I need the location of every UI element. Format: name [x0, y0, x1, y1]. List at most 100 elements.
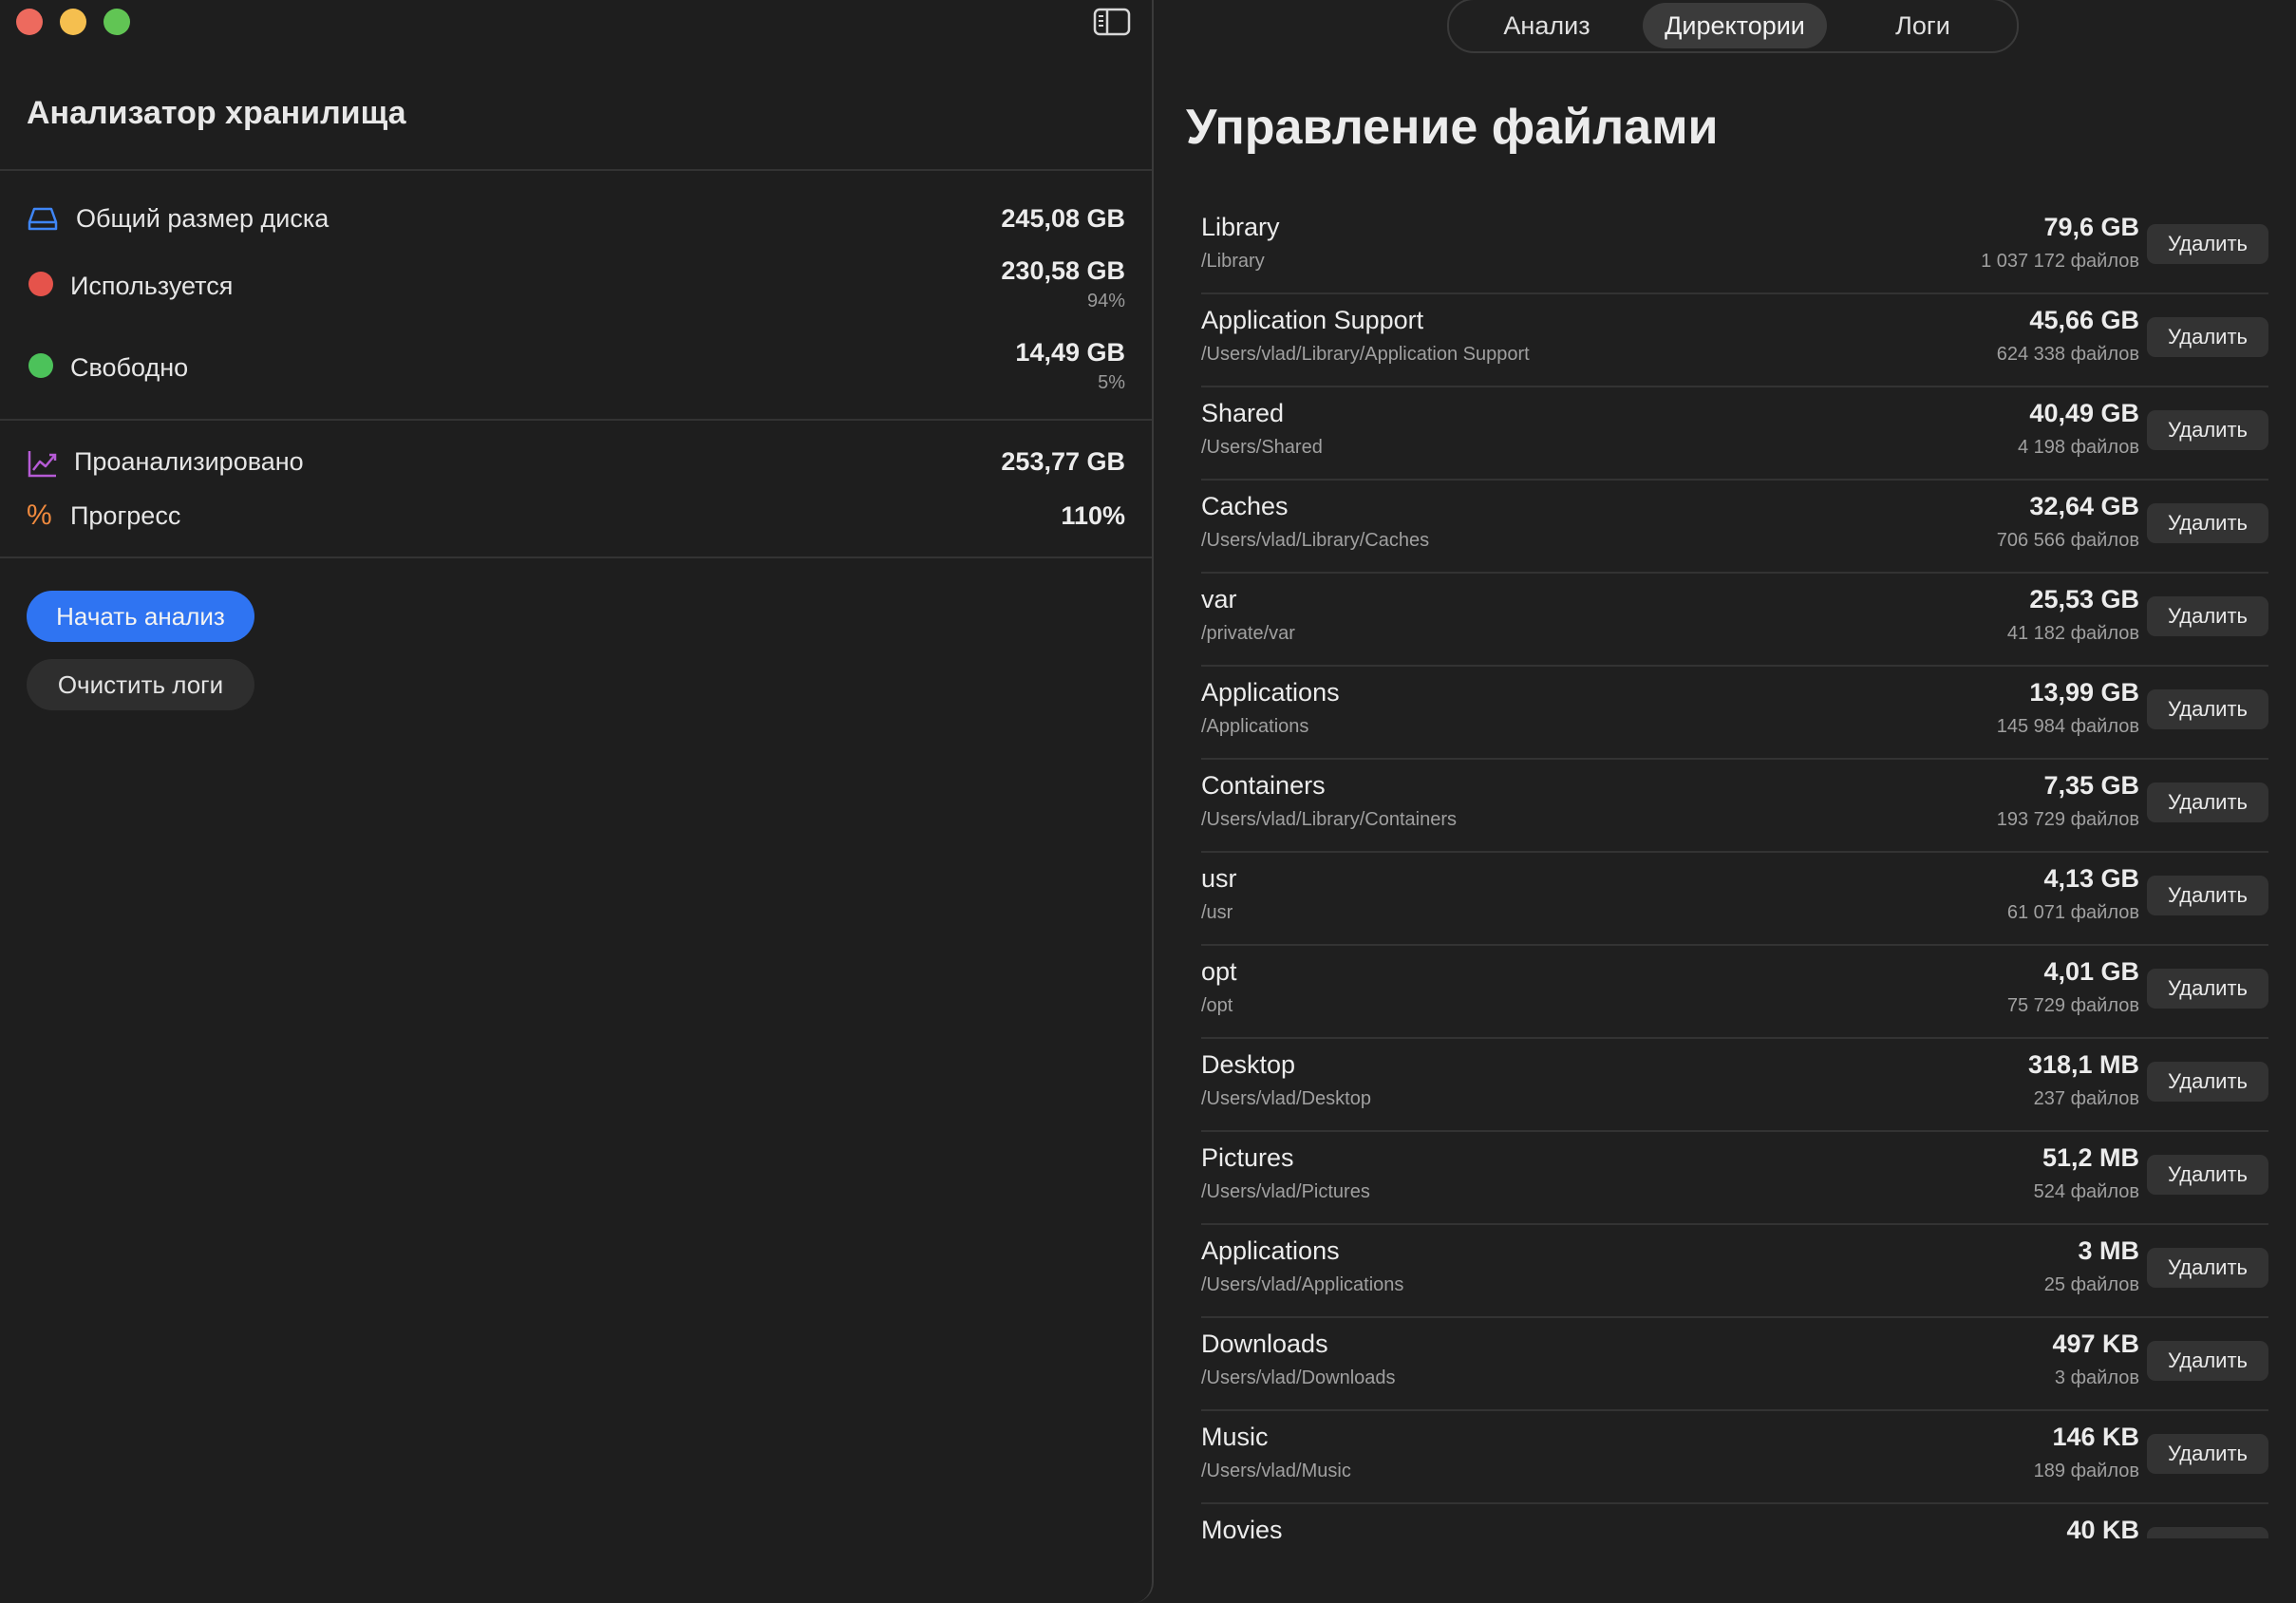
- directory-file-count: 61 071 файлов: [2006, 902, 2139, 923]
- directory-name: Application Support: [1201, 306, 1424, 334]
- directory-file-count: 524 файлов: [2033, 1181, 2139, 1202]
- directory-path: /Users/vlad/Music: [1201, 1461, 1351, 1481]
- directory-size: 4,13 GB: [2043, 864, 2139, 893]
- directory-path: /usr: [1201, 902, 1233, 923]
- directory-name: usr: [1201, 864, 1237, 893]
- directory-size: 51,2 MB: [2042, 1143, 2139, 1172]
- directory-name: var: [1201, 585, 1237, 613]
- stat-free-value: 14,49 GB: [1015, 338, 1125, 367]
- tab-logs[interactable]: Логи: [1833, 3, 2013, 48]
- directory-row[interactable]: Applications/Users/vlad/Applications 3 MB…: [1201, 1225, 2268, 1318]
- directory-path: /opt: [1201, 995, 1233, 1016]
- directory-row[interactable]: usr/usr 4,13 GB 61 071 файлов Удалить: [1201, 853, 2268, 946]
- directory-row[interactable]: Application Support/Users/vlad/Library/A…: [1201, 294, 2268, 387]
- directory-name: Applications: [1201, 1236, 1340, 1265]
- directory-size: 4,01 GB: [2043, 957, 2139, 986]
- window-controls: [16, 9, 130, 35]
- stat-progress-value: 110%: [1061, 501, 1125, 530]
- directory-row[interactable]: var/private/var 25,53 GB 41 182 файлов Удал…: [1201, 574, 2268, 667]
- directory-path: /Users/vlad/Desktop: [1201, 1088, 1371, 1109]
- directory-path: /Users/vlad/Applications: [1201, 1274, 1404, 1295]
- zoom-window-button[interactable]: [104, 9, 130, 35]
- directory-row[interactable]: opt/opt 4,01 GB 75 729 файлов Удалить: [1201, 946, 2268, 1039]
- directory-row[interactable]: Desktop/Users/vlad/Desktop 318,1 MB 237 фа…: [1201, 1039, 2268, 1132]
- directory-name: Desktop: [1201, 1050, 1296, 1079]
- directory-row[interactable]: Caches/Users/vlad/Library/Caches 32,64 GB…: [1201, 481, 2268, 574]
- tab-bar: Анализ Директории Логи: [1447, 0, 2019, 53]
- directory-row[interactable]: Music/Users/vlad/Music 146 KB 189 файлов Уд…: [1201, 1411, 2268, 1504]
- directory-path: /Users/vlad/Library/Caches: [1201, 530, 1430, 551]
- stat-disk-label: Общий размер диска: [76, 204, 329, 233]
- directory-name: Containers: [1201, 771, 1326, 800]
- directory-row[interactable]: Containers/Users/vlad/Library/Containers…: [1201, 760, 2268, 853]
- directory-file-count: 25 файлов: [2043, 1274, 2139, 1295]
- directory-size: 40 KB: [2066, 1516, 2139, 1538]
- directory-path: /Library: [1201, 251, 1265, 272]
- directory-size: 497 KB: [2052, 1330, 2139, 1358]
- close-window-button[interactable]: [16, 9, 43, 35]
- delete-button[interactable]: Удалить: [2147, 969, 2268, 1009]
- directory-name: Downloads: [1201, 1330, 1328, 1358]
- delete-button[interactable]: Удалить: [2147, 689, 2268, 729]
- delete-button[interactable]: Удалить: [2147, 783, 2268, 822]
- directory-size: 3 MB: [2078, 1236, 2139, 1265]
- stat-used-percent: 94%: [1086, 291, 1125, 311]
- directory-path: /Users/vlad/Library/Containers: [1201, 809, 1457, 830]
- stat-free: Свободно 14,49 GB 5%: [27, 336, 1125, 393]
- page-title: Управление файлами: [1186, 100, 1719, 155]
- internaldrive-icon: [28, 207, 58, 231]
- directory-size: 32,64 GB: [2029, 492, 2139, 520]
- delete-button[interactable]: Удалить: [2147, 503, 2268, 543]
- delete-button[interactable]: Удалить: [2147, 1062, 2268, 1102]
- directory-row[interactable]: Applications/Applications 13,99 GB 145 984…: [1201, 667, 2268, 760]
- divider: [0, 169, 1152, 171]
- directory-name: Applications: [1201, 678, 1340, 707]
- delete-button[interactable]: Удалить: [2147, 876, 2268, 915]
- stat-analyzed: Проанализировано 253,77 GB: [27, 442, 1125, 499]
- directory-path: /Applications: [1201, 716, 1309, 737]
- tab-analysis[interactable]: Анализ: [1457, 3, 1637, 48]
- stat-disk-total: Общий размер диска 245,08 GB: [27, 195, 1125, 252]
- delete-button[interactable]: Удалить: [2147, 410, 2268, 450]
- delete-button[interactable]: Удалить: [2147, 1155, 2268, 1195]
- delete-button[interactable]: Удалить: [2147, 1434, 2268, 1474]
- directory-name: Pictures: [1201, 1143, 1294, 1172]
- tab-directories[interactable]: Директории: [1643, 3, 1827, 48]
- directory-file-count: 4 198 файлов: [2018, 437, 2139, 458]
- directory-row[interactable]: Downloads/Users/vlad/Downloads 497 KB 3 фа…: [1201, 1318, 2268, 1411]
- start-analysis-button[interactable]: Начать анализ: [27, 591, 254, 642]
- delete-button[interactable]: Удалить: [2147, 1527, 2268, 1538]
- stat-used: Используется 230,58 GB 94%: [27, 255, 1125, 311]
- directory-row[interactable]: Pictures/Users/vlad/Pictures 51,2 MB 524 ф…: [1201, 1132, 2268, 1225]
- delete-button[interactable]: Удалить: [2147, 596, 2268, 636]
- directory-row[interactable]: Shared/Users/Shared 40,49 GB 4 198 файлов У…: [1201, 387, 2268, 481]
- directory-name: Shared: [1201, 399, 1285, 427]
- stat-progress: % Прогресс 110%: [27, 496, 1125, 553]
- directory-size: 40,49 GB: [2029, 399, 2139, 427]
- delete-button[interactable]: Удалить: [2147, 1248, 2268, 1288]
- delete-button[interactable]: Удалить: [2147, 317, 2268, 357]
- delete-button[interactable]: Удалить: [2147, 1341, 2268, 1381]
- sidebar-toggle-icon[interactable]: [1093, 8, 1131, 36]
- directory-row[interactable]: Library/Library 79,6 GB 1 037 172 файлов Уд…: [1201, 201, 2268, 294]
- stat-disk-value: 245,08 GB: [1001, 204, 1125, 233]
- directory-file-count: 193 729 файлов: [1996, 809, 2139, 830]
- directory-size: 25,53 GB: [2029, 585, 2139, 613]
- directory-size: 7,35 GB: [2043, 771, 2139, 800]
- stat-used-value: 230,58 GB: [1001, 256, 1125, 285]
- directory-size: 13,99 GB: [2029, 678, 2139, 707]
- directory-row[interactable]: Movies 40 KB Удалить: [1201, 1504, 2268, 1538]
- directory-name: Caches: [1201, 492, 1289, 520]
- directory-file-count: 237 файлов: [2033, 1088, 2139, 1109]
- directory-file-count: 1 037 172 файлов: [1981, 251, 2139, 272]
- main-panel: Анализ Директории Логи Управление файлам…: [1156, 0, 2296, 1603]
- percent-icon: %: [27, 500, 52, 531]
- directory-list[interactable]: Library/Library 79,6 GB 1 037 172 файлов Уд…: [1201, 201, 2268, 1538]
- clear-logs-button[interactable]: Очистить логи: [27, 659, 254, 710]
- directory-name: Movies: [1201, 1516, 1283, 1538]
- delete-button[interactable]: Удалить: [2147, 224, 2268, 264]
- minimize-window-button[interactable]: [60, 9, 86, 35]
- directory-size: 146 KB: [2052, 1423, 2139, 1451]
- divider: [0, 419, 1152, 421]
- directory-path: /Users/Shared: [1201, 437, 1323, 458]
